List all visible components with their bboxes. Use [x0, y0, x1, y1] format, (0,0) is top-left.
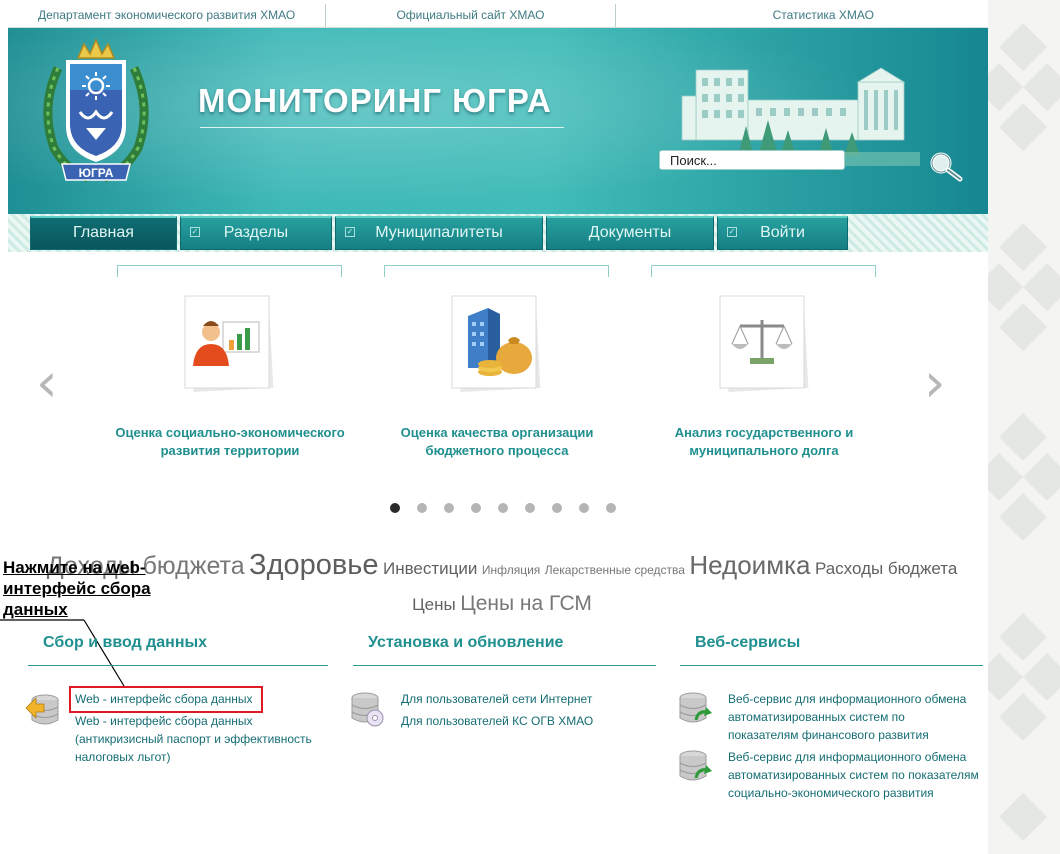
budget-quality-icon[interactable] — [448, 294, 544, 394]
link-internet-users[interactable]: Для пользователей сети Интернет — [401, 690, 592, 708]
debt-analysis-icon[interactable] — [716, 294, 812, 394]
card-title-social[interactable]: Оценка социально-экономического развития… — [110, 424, 350, 460]
carousel-dot[interactable] — [390, 503, 400, 513]
tag-investments[interactable]: Инвестиции — [383, 559, 477, 578]
tag-arrears[interactable]: Недоимка — [689, 550, 810, 580]
tag-budget-expenses[interactable]: Расходы бюджета — [815, 559, 957, 578]
tag-medicines[interactable]: Лекарственные средства — [545, 563, 685, 577]
nav-login-label: Войти — [760, 224, 805, 241]
top-link-official-site[interactable]: Официальный сайт ХМАО — [326, 4, 616, 27]
nav-login[interactable]: ✓ Войти — [717, 216, 848, 250]
nav-home[interactable]: Главная — [30, 216, 177, 250]
carousel-pagination — [390, 503, 616, 513]
database-disc-icon — [351, 692, 384, 727]
card-bar — [384, 265, 609, 277]
expand-icon: ✓ — [190, 227, 200, 237]
site-title: МОНИТОРИНГ ЮГРА — [198, 82, 552, 119]
card-bar — [651, 265, 876, 277]
link-webservice-financial[interactable]: Веб-сервис для информационного обмена ав… — [728, 690, 978, 744]
section-divider — [28, 665, 328, 666]
card-title-budget[interactable]: Оценка качества организации бюджетного п… — [376, 424, 618, 460]
top-link-statistics[interactable]: Статистика ХМАО — [616, 4, 988, 27]
top-links-bar: Департамент экономического развития ХМАО… — [8, 4, 988, 28]
carousel-dot[interactable] — [606, 503, 616, 513]
section-title-data-entry: Сбор и ввод данных — [43, 634, 208, 651]
side-ornament — [988, 0, 1060, 854]
page: Департамент экономического развития ХМАО… — [0, 0, 1060, 854]
section-divider — [353, 665, 656, 666]
database-sync-icon — [679, 750, 712, 781]
card-title-debt[interactable]: Анализ государственного и муниципального… — [644, 424, 884, 460]
section-title-install-update: Установка и обновление — [368, 634, 564, 651]
carousel-dot[interactable] — [579, 503, 589, 513]
nav-documents-label: Документы — [588, 224, 672, 241]
database-upload-icon — [25, 694, 59, 725]
title-underline — [200, 127, 564, 128]
nav-sections-label: Разделы — [223, 224, 289, 241]
tag-inflation[interactable]: Инфляция — [482, 563, 540, 577]
card-bar — [117, 265, 342, 277]
social-assessment-icon[interactable] — [181, 294, 277, 394]
search-icon[interactable] — [926, 150, 966, 182]
nav-municipalities[interactable]: ✓ Муниципалитеты — [335, 216, 543, 250]
tag-prices[interactable]: Цены — [412, 595, 456, 614]
link-web-data-collection-anticrisis[interactable]: Web - интерфейс сбора данных (антикризис… — [75, 712, 335, 766]
link-web-data-collection[interactable]: Web - интерфейс сбора данных — [75, 690, 253, 708]
section-divider — [680, 665, 983, 666]
tag-health[interactable]: Здоровье — [249, 549, 378, 581]
link-ks-ogv-users[interactable]: Для пользователей КС ОГВ ХМАО — [401, 712, 593, 730]
expand-icon: ✓ — [727, 227, 737, 237]
svg-text:ЮГРА: ЮГРА — [79, 166, 114, 180]
tag-fuel-prices[interactable]: Цены на ГСМ — [460, 592, 592, 615]
carousel-dot[interactable] — [498, 503, 508, 513]
carousel-dot[interactable] — [525, 503, 535, 513]
carousel-dot[interactable] — [471, 503, 481, 513]
nav-home-label: Главная — [73, 224, 134, 241]
yugra-emblem-icon: ЮГРА — [43, 38, 149, 183]
carousel-dot[interactable] — [444, 503, 454, 513]
nav-sections[interactable]: ✓ Разделы — [180, 216, 332, 250]
carousel-dot[interactable] — [552, 503, 562, 513]
nav-documents[interactable]: Документы — [546, 216, 714, 250]
carousel-dot[interactable] — [417, 503, 427, 513]
link-webservice-socioeconomic[interactable]: Веб-сервис для информационного обмена ав… — [728, 748, 980, 802]
database-sync-icon — [679, 692, 712, 723]
carousel-next-arrow[interactable]: › — [924, 356, 946, 410]
search-input[interactable] — [659, 150, 845, 170]
nav-municipalities-label: Муниципалитеты — [375, 224, 503, 241]
top-link-economy-department[interactable]: Департамент экономического развития ХМАО — [8, 4, 327, 27]
section-title-web-services: Веб-сервисы — [695, 634, 801, 651]
carousel-prev-arrow[interactable]: ‹ — [36, 356, 58, 410]
expand-icon: ✓ — [345, 227, 355, 237]
